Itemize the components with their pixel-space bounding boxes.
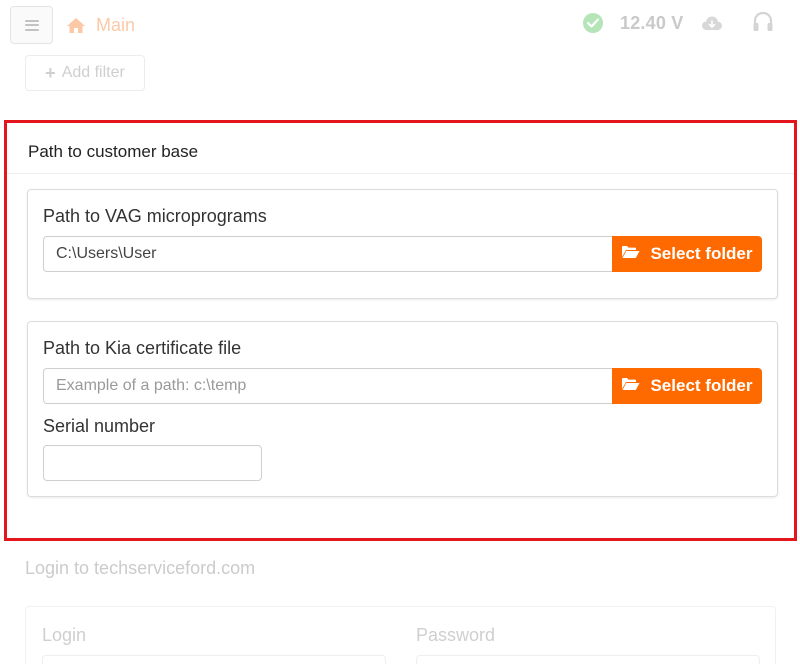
vag-select-folder-button[interactable]: Select folder [612, 236, 762, 272]
vag-select-folder-label: Select folder [650, 244, 753, 263]
kia-path-group: Select folder [43, 368, 762, 404]
folder-open-icon [621, 244, 640, 264]
top-bar: Main 12.40 V [0, 0, 800, 50]
customer-base-panel: Path to customer base Path to VAG microp… [4, 120, 797, 541]
kia-select-folder-button[interactable]: Select folder [612, 368, 762, 404]
serial-number-input[interactable] [43, 445, 262, 481]
add-filter-button[interactable]: + Add filter [25, 55, 145, 91]
vag-path-card: Path to VAG microprograms Select folder [27, 189, 778, 299]
password-field[interactable] [416, 655, 760, 664]
password-label: Password [416, 625, 496, 645]
vag-path-input[interactable] [43, 236, 612, 272]
home-breadcrumb[interactable]: Main [66, 12, 135, 38]
ford-login-section-title: Login to techserviceford.com [25, 558, 256, 578]
vag-path-label: Path to VAG microprograms [43, 206, 267, 226]
plus-icon: + [45, 63, 56, 83]
kia-certificate-card: Path to Kia certificate file Select fold… [27, 321, 778, 497]
cloud-download-icon[interactable] [701, 15, 723, 36]
kia-path-label: Path to Kia certificate file [43, 338, 242, 358]
login-label: Login [42, 625, 87, 645]
voltage-readout: 12.40 V [620, 13, 684, 33]
folder-open-icon [621, 376, 640, 396]
vag-path-group: Select folder [43, 236, 762, 272]
menu-toggle-button[interactable] [10, 6, 53, 44]
login-field[interactable] [42, 655, 386, 664]
ford-login-card: Login Password [25, 606, 776, 664]
kia-select-folder-label: Select folder [650, 376, 753, 395]
home-label: Main [96, 14, 136, 35]
check-circle-icon [583, 13, 603, 33]
kia-path-input[interactable] [43, 368, 612, 404]
headset-icon[interactable] [752, 11, 774, 40]
serial-number-label: Serial number [43, 416, 156, 436]
home-icon [66, 17, 86, 34]
panel-title: Path to customer base [28, 142, 199, 161]
add-filter-label: Add filter [61, 64, 125, 81]
panel-divider [7, 173, 794, 174]
hamburger-icon [24, 19, 39, 31]
